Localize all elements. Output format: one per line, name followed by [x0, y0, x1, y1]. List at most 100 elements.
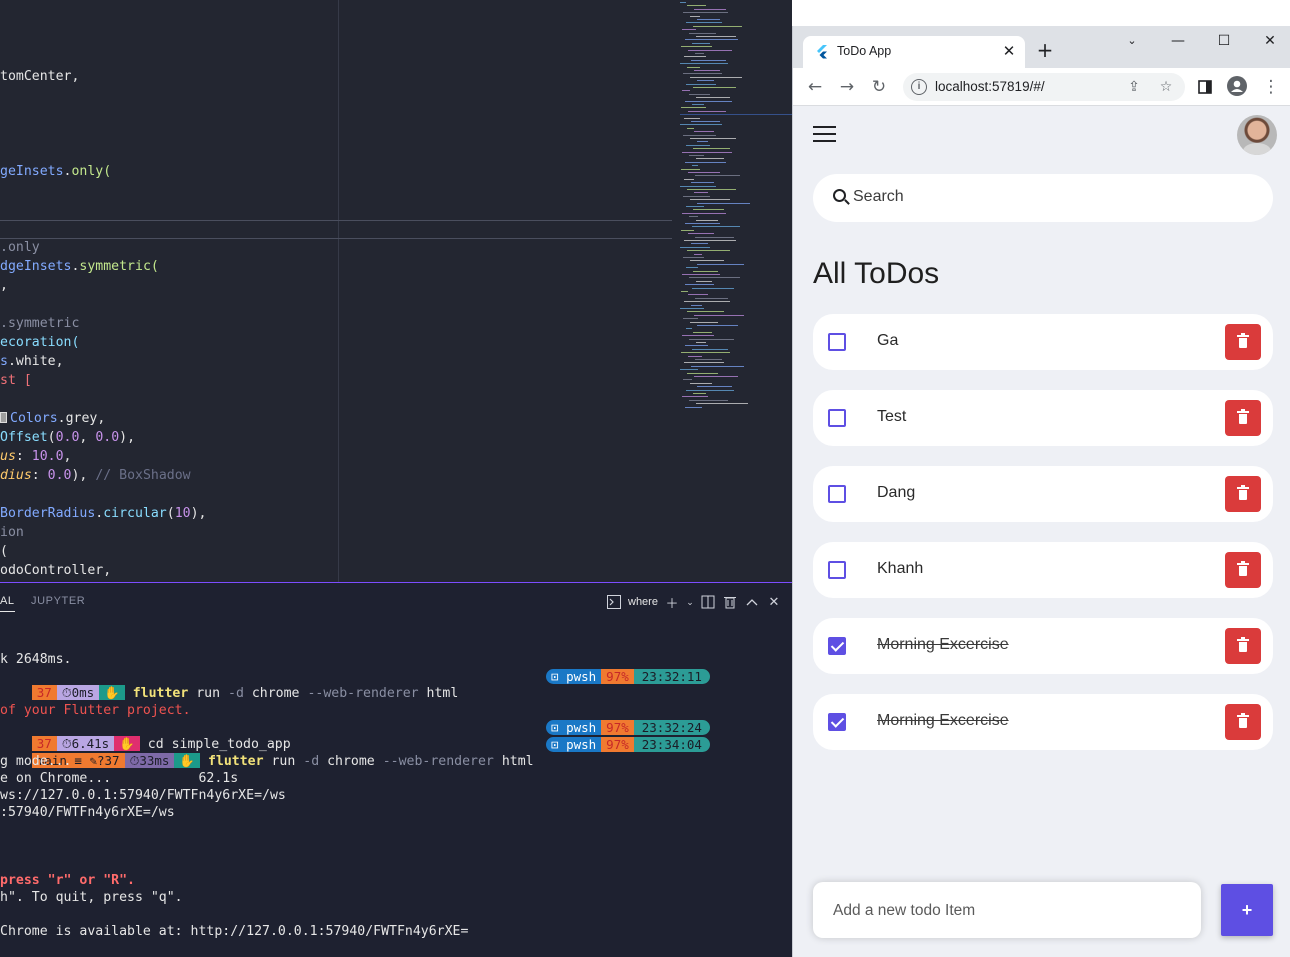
- share-icon[interactable]: ⇪: [1123, 76, 1145, 98]
- minimap-line: [683, 195, 710, 197]
- new-tab-icon[interactable]: +: [1033, 38, 1057, 62]
- add-todo-input[interactable]: Add a new todo Item: [813, 882, 1201, 938]
- checkbox-checked[interactable]: [828, 713, 846, 731]
- minimap-line: [685, 100, 732, 102]
- todo-item[interactable]: Morning Excercise: [813, 694, 1273, 750]
- minimap-line: [690, 138, 736, 139]
- checkbox[interactable]: [828, 333, 846, 351]
- code-line[interactable]: geInsets.only(: [0, 162, 111, 181]
- avatar[interactable]: [1237, 115, 1277, 155]
- code-line[interactable]: .symmetric: [0, 314, 79, 333]
- split-terminal-icon[interactable]: [700, 594, 716, 610]
- todo-item[interactable]: Morning Excercise: [813, 618, 1273, 674]
- todo-item[interactable]: Khanh: [813, 542, 1273, 598]
- todo-item[interactable]: Test: [813, 390, 1273, 446]
- todo-item[interactable]: Dang: [813, 466, 1273, 522]
- code-line[interactable]: Colors.grey,: [0, 409, 105, 428]
- minimap-line: [686, 389, 734, 391]
- code-token: 0.0: [95, 430, 120, 445]
- checkbox[interactable]: [828, 485, 846, 503]
- star-icon[interactable]: ☆: [1155, 76, 1177, 98]
- code-line[interactable]: ecoration(: [0, 333, 79, 352]
- minimap-line: [693, 25, 742, 27]
- delete-button[interactable]: [1225, 400, 1261, 436]
- address-bar[interactable]: i localhost:57819/#/ ⇪ ☆: [903, 73, 1185, 101]
- minimap-line: [682, 396, 708, 398]
- minimap-line: [684, 301, 730, 303]
- code-token: st [: [0, 373, 32, 388]
- code-line[interactable]: odoController,: [0, 561, 111, 580]
- right-prompt: ⊡ pwsh 97% 23:32:24: [546, 720, 710, 735]
- minimap-line: [697, 141, 708, 143]
- reload-icon[interactable]: ↻: [867, 75, 891, 99]
- add-todo-button[interactable]: +: [1221, 884, 1273, 936]
- forward-arrow-icon[interactable]: →: [835, 75, 859, 99]
- delete-button[interactable]: [1225, 552, 1261, 588]
- minimap-line: [696, 280, 712, 282]
- delete-button[interactable]: [1225, 628, 1261, 664]
- code-line[interactable]: tomCenter,: [0, 67, 79, 86]
- search-input[interactable]: Search: [813, 174, 1273, 222]
- chevron-down-icon[interactable]: ⌄: [686, 594, 694, 610]
- minimize-icon[interactable]: —: [1163, 30, 1193, 52]
- maximize-panel-icon[interactable]: [744, 594, 760, 610]
- back-arrow-icon[interactable]: ←: [803, 75, 827, 99]
- color-swatch-icon[interactable]: [0, 412, 7, 423]
- code-line[interactable]: ion: [0, 523, 24, 542]
- code-token: ecoration(: [0, 335, 80, 350]
- code-token: ,: [79, 430, 96, 445]
- terminal-panel[interactable]: AL JUPYTER where ＋ ⌄ ✕ k 2648ms. 37 ⏱0ms ✋…: [0, 582, 792, 957]
- minimap-line: [690, 321, 718, 323]
- terminal-shell-name[interactable]: where: [628, 596, 658, 608]
- menu-icon[interactable]: [813, 126, 837, 144]
- delete-button[interactable]: [1225, 476, 1261, 512]
- minimap-line: [681, 291, 688, 292]
- browser-window: ToDo App ✕ + ⌄ — ☐ ✕ ← → ↻ i localhost:5…: [792, 26, 1290, 957]
- close-tab-icon[interactable]: ✕: [999, 41, 1019, 61]
- close-panel-icon[interactable]: ✕: [766, 594, 782, 610]
- tab-jupyter[interactable]: JUPYTER: [31, 595, 85, 607]
- editor-separator: [0, 238, 672, 239]
- delete-button[interactable]: [1225, 704, 1261, 740]
- checkbox-checked[interactable]: [828, 637, 846, 655]
- code-line[interactable]: dius: 0.0), // BoxShadow: [0, 466, 191, 485]
- code-token: .only: [0, 240, 40, 255]
- code-line[interactable]: ,: [0, 276, 8, 295]
- close-window-icon[interactable]: ✕: [1255, 30, 1285, 52]
- todo-item[interactable]: Ga: [813, 314, 1273, 370]
- time-segment: 23:32:11: [633, 669, 710, 684]
- code-line[interactable]: dgeInsets.symmetric(: [0, 257, 159, 276]
- code-editor[interactable]: tomCenter, geInsets.only( .only dgeInsets.s…: [0, 0, 792, 582]
- delete-button[interactable]: [1225, 324, 1261, 360]
- add-terminal-icon[interactable]: ＋: [664, 594, 680, 611]
- code-line[interactable]: st [: [0, 371, 32, 390]
- code-line[interactable]: s.white,: [0, 352, 64, 371]
- todo-text: Morning Excercise: [877, 712, 1009, 729]
- minimap-line: [695, 359, 722, 360]
- terminal-line: Chrome is available at: http://127.0.0.1…: [0, 924, 469, 939]
- trash-icon[interactable]: [722, 594, 738, 610]
- code-line[interactable]: Offset(0.0, 0.0),: [0, 428, 135, 447]
- checkbox[interactable]: [828, 561, 846, 579]
- minimap-line: [681, 229, 694, 231]
- maximize-icon[interactable]: ☐: [1209, 30, 1239, 52]
- terminal-shell-icon[interactable]: [606, 594, 622, 610]
- side-panel-icon[interactable]: [1193, 75, 1217, 99]
- code-line[interactable]: BorderRadius.circular(10),: [0, 504, 207, 523]
- tab-terminal[interactable]: AL: [0, 595, 15, 612]
- minimap-line: [685, 39, 738, 41]
- code-token: .white,: [7, 354, 64, 369]
- info-icon[interactable]: i: [911, 79, 927, 95]
- minimap-line: [685, 223, 720, 224]
- code-line[interactable]: (: [0, 542, 8, 561]
- profile-icon[interactable]: [1225, 75, 1249, 99]
- browser-tab[interactable]: ToDo App ✕: [803, 36, 1025, 68]
- more-icon[interactable]: ⋮: [1259, 75, 1283, 99]
- code-line[interactable]: us: 10.0,: [0, 447, 72, 466]
- add-todo-placeholder: Add a new todo Item: [833, 902, 976, 919]
- url-text[interactable]: localhost:57819/#/: [935, 79, 1045, 94]
- tab-search-icon[interactable]: ⌄: [1117, 30, 1147, 52]
- minimap-line: [691, 304, 702, 306]
- code-line[interactable]: .only: [0, 238, 40, 257]
- checkbox[interactable]: [828, 409, 846, 427]
